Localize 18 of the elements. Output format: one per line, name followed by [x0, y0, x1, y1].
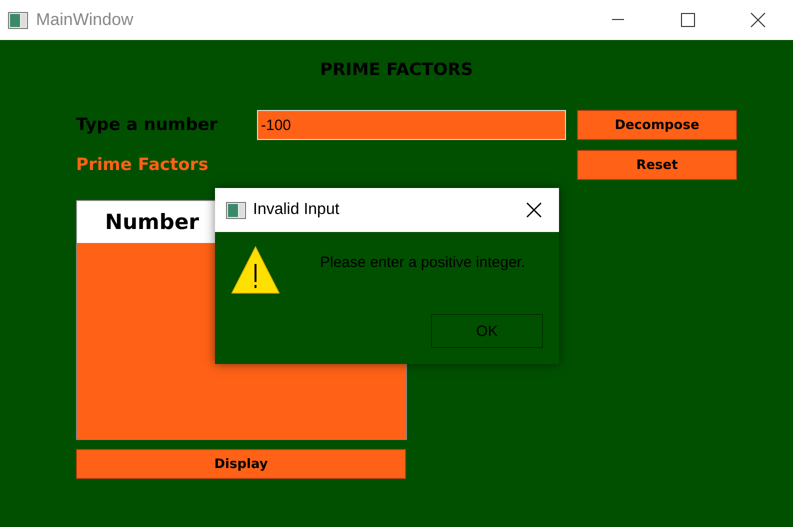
dialog-message: Please enter a positive integer.: [320, 253, 526, 273]
minimize-icon: [612, 19, 624, 21]
dialog-title: Invalid Input: [253, 201, 340, 219]
results-label: Prime Factors: [76, 155, 210, 175]
window-title: MainWindow: [36, 10, 134, 30]
app-icon: [226, 202, 246, 218]
number-input[interactable]: -100: [257, 110, 566, 140]
app-icon: [8, 12, 28, 28]
page-heading: PRIME FACTORS: [319, 60, 474, 82]
column-header[interactable]: Number: [105, 210, 200, 234]
close-icon[interactable]: [526, 202, 542, 218]
maximize-icon: [681, 13, 695, 27]
close-icon: [750, 12, 766, 28]
decompose-button[interactable]: Decompose: [577, 110, 737, 140]
reset-button[interactable]: Reset: [577, 150, 737, 180]
display-button[interactable]: Display: [76, 449, 406, 479]
input-label: Type a number: [76, 115, 219, 135]
warning-icon: [231, 246, 280, 294]
